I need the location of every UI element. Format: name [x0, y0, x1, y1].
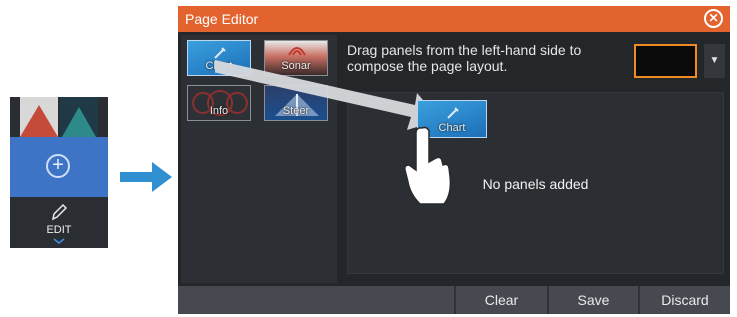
- save-button[interactable]: Save: [549, 286, 638, 314]
- layout-dropdown-button[interactable]: ▼: [704, 44, 725, 78]
- dialog-title: Page Editor: [185, 11, 259, 27]
- page-thumbnails[interactable]: [10, 97, 108, 137]
- dialog-titlebar: Page Editor ✕: [178, 6, 730, 32]
- clear-button[interactable]: Clear: [456, 286, 547, 314]
- chevron-down-icon: ▼: [709, 55, 720, 66]
- plus-icon: +: [46, 154, 70, 178]
- layout-selector[interactable]: [634, 44, 697, 78]
- discard-button[interactable]: Discard: [640, 286, 730, 314]
- pencil-icon: [51, 203, 68, 221]
- edit-button[interactable]: EDIT: [10, 197, 108, 248]
- step-arrow-icon: [120, 162, 172, 192]
- edit-label: EDIT: [46, 224, 72, 236]
- drag-arrow-icon: [215, 60, 440, 130]
- add-page-button[interactable]: +: [10, 137, 108, 197]
- close-button[interactable]: ✕: [704, 9, 723, 28]
- chevron-down-icon: [53, 238, 65, 244]
- hand-pointer-icon: [404, 126, 452, 205]
- chart-icon: [447, 107, 459, 119]
- sonar-thumbnail-icon: [10, 97, 108, 137]
- close-icon: ✕: [708, 11, 719, 25]
